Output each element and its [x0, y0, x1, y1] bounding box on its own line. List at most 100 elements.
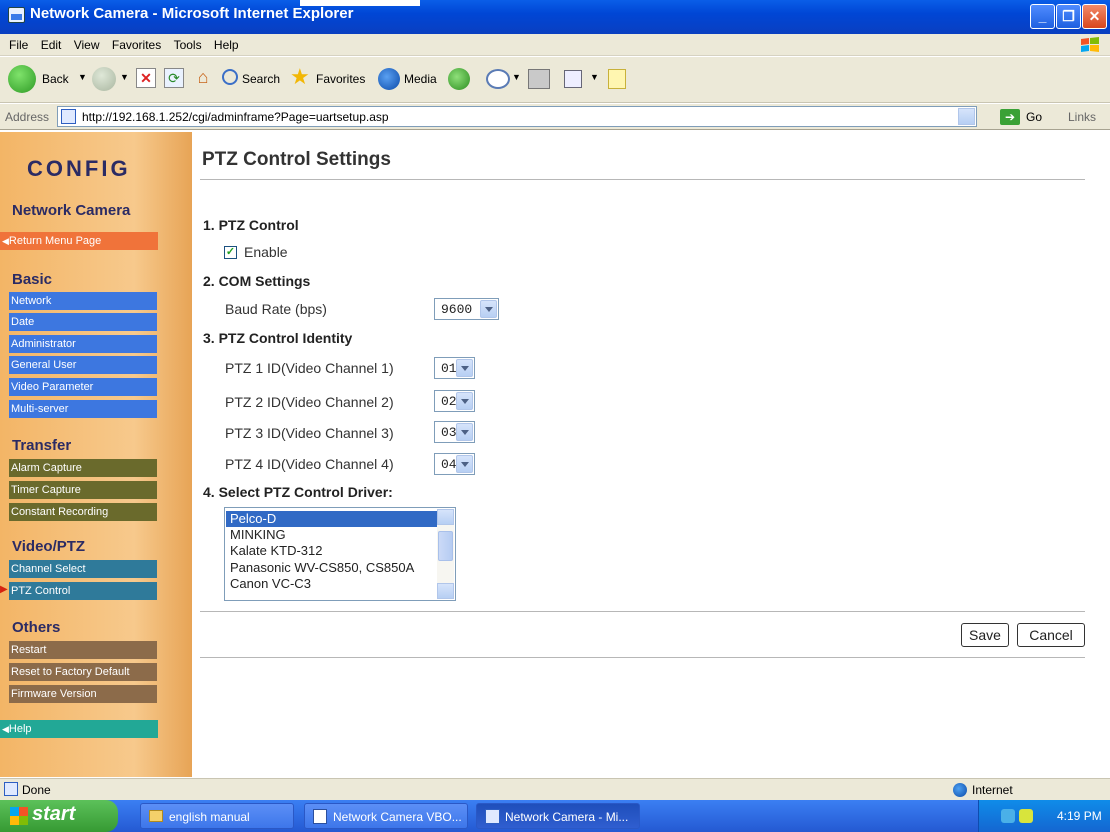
driver-option[interactable]: Kalate KTD-312	[226, 543, 437, 559]
taskbar-item-english-manual[interactable]: english manual	[140, 803, 294, 829]
cancel-button[interactable]: Cancel	[1017, 623, 1085, 647]
driver-listbox[interactable]: Pelco-D MINKING Kalate KTD-312 Panasonic…	[224, 507, 456, 601]
divider	[200, 611, 1085, 612]
address-input[interactable]: http://192.168.1.252/cgi/adminframe?Page…	[57, 106, 977, 127]
scroll-thumb[interactable]	[438, 531, 453, 561]
windows-logo-icon	[1081, 37, 1099, 52]
status-text: Done	[22, 783, 51, 797]
driver-option[interactable]: Panasonic WV-CS850, CS850A	[226, 560, 437, 576]
sidebar-item-restart[interactable]: Restart	[9, 641, 157, 659]
taskbar-item-word-doc[interactable]: Network Camera VBO...	[304, 803, 468, 829]
system-tray: 4:19 PM	[978, 800, 1110, 832]
window-title: Network Camera - Microsoft Internet Expl…	[30, 5, 354, 22]
start-button[interactable]: start	[0, 800, 118, 832]
menu-edit[interactable]: Edit	[41, 38, 62, 52]
menu-file[interactable]: File	[9, 38, 28, 52]
divider	[200, 179, 1085, 180]
media-icon[interactable]	[378, 68, 400, 90]
ptz-2-select[interactable]: 02	[434, 390, 475, 412]
links-label[interactable]: Links	[1068, 110, 1096, 124]
sidebar-item-ptz-control[interactable]: PTZ Control	[9, 582, 157, 600]
scroll-down-icon[interactable]	[437, 583, 454, 599]
taskbar-item-ie[interactable]: Network Camera - Mi...	[476, 803, 640, 829]
sidebar-item-channel-select[interactable]: Channel Select	[9, 560, 157, 578]
home-icon[interactable]: ⌂	[192, 68, 214, 88]
edit-dropdown-icon[interactable]: ▼	[590, 72, 599, 82]
page-title: PTZ Control Settings	[202, 149, 391, 170]
history-icon[interactable]	[448, 68, 470, 90]
sidebar-item-firmware-version[interactable]: Firmware Version	[9, 685, 157, 703]
ptz-1-select[interactable]: 01	[434, 357, 475, 379]
edit-icon[interactable]	[564, 70, 582, 88]
sidebar-item-administrator[interactable]: Administrator	[9, 335, 157, 353]
sidebar-subtitle: Network Camera	[12, 202, 131, 219]
maximize-button[interactable]: ❐	[1056, 4, 1081, 29]
network-icon[interactable]	[1001, 809, 1015, 823]
baud-rate-select[interactable]: 9600	[434, 298, 499, 320]
menu-tools[interactable]: Tools	[174, 38, 202, 52]
save-button[interactable]: Save	[961, 623, 1009, 647]
ptz-4-select[interactable]: 04	[434, 453, 475, 475]
transfer-heading: Transfer	[12, 437, 72, 454]
print-icon[interactable]	[528, 69, 550, 89]
divider	[200, 657, 1085, 658]
ie-page-icon	[8, 7, 25, 23]
sidebar-item-network[interactable]: Network	[9, 292, 157, 310]
sidebar-item-video-parameter[interactable]: Video Parameter	[9, 378, 157, 396]
others-heading: Others	[12, 619, 61, 636]
return-menu-page-button[interactable]: ◀Return Menu Page	[0, 232, 158, 250]
refresh-icon[interactable]: ⟳	[164, 68, 184, 88]
listbox-scrollbar[interactable]	[437, 509, 454, 599]
menu-view[interactable]: View	[74, 38, 100, 52]
go-arrow-icon[interactable]: ➔	[1000, 109, 1020, 125]
forward-arrow-icon[interactable]	[92, 67, 116, 91]
current-page-arrow-icon: ▶	[0, 584, 8, 595]
close-button[interactable]: ✕	[1082, 4, 1107, 29]
folder-icon	[149, 810, 163, 822]
driver-option[interactable]: MINKING	[226, 527, 437, 543]
favorites-button[interactable]: Favorites	[316, 72, 365, 86]
zone-text: Internet	[972, 783, 1013, 797]
back-button[interactable]: Back	[42, 72, 69, 86]
sidebar-item-general-user[interactable]: General User	[9, 356, 157, 374]
favorites-star-icon[interactable]: ★	[290, 64, 310, 90]
driver-option[interactable]: Canon VC-C3	[226, 576, 437, 592]
basic-heading: Basic	[12, 271, 53, 288]
sidebar-item-alarm-capture[interactable]: Alarm Capture	[9, 459, 157, 477]
stop-icon[interactable]: ✕	[136, 68, 156, 88]
minimize-button[interactable]: _	[1030, 4, 1055, 29]
back-dropdown-icon[interactable]: ▼	[78, 72, 87, 82]
forward-dropdown-icon[interactable]: ▼	[120, 72, 129, 82]
enable-checkbox[interactable]: ✓	[224, 246, 237, 259]
help-button[interactable]: ◀Help	[0, 720, 158, 738]
mail-icon[interactable]	[486, 69, 510, 89]
page-icon	[61, 109, 76, 124]
search-icon[interactable]	[222, 69, 238, 85]
ptz-3-label: PTZ 3 ID(Video Channel 3)	[225, 425, 394, 441]
scroll-up-icon[interactable]	[437, 509, 454, 525]
section-ptz-identity: 3. PTZ Control Identity	[203, 330, 353, 346]
menu-help[interactable]: Help	[214, 38, 239, 52]
video-ptz-heading: Video/PTZ	[12, 538, 86, 555]
section-com-settings: 2. COM Settings	[203, 273, 311, 289]
go-button[interactable]: Go	[1026, 110, 1042, 124]
media-button[interactable]: Media	[404, 72, 437, 86]
menu-favorites[interactable]: Favorites	[112, 38, 161, 52]
back-arrow-icon[interactable]	[8, 65, 36, 93]
title-bar-overlay	[300, 0, 420, 6]
sidebar-item-date[interactable]: Date	[9, 313, 157, 331]
ptz-3-select[interactable]: 03	[434, 421, 475, 443]
security-alert-icon[interactable]	[1019, 809, 1033, 823]
sidebar-item-multi-server[interactable]: Multi-server	[9, 400, 157, 418]
driver-option[interactable]: Pelco-D	[226, 511, 437, 527]
address-dropdown-icon[interactable]	[958, 108, 975, 125]
search-button[interactable]: Search	[242, 72, 280, 86]
mail-dropdown-icon[interactable]: ▼	[512, 72, 521, 82]
section-ptz-control: 1. PTZ Control	[203, 217, 299, 233]
sidebar-item-timer-capture[interactable]: Timer Capture	[9, 481, 157, 499]
sidebar-item-constant-recording[interactable]: Constant Recording	[9, 503, 157, 521]
messenger-icon[interactable]	[608, 69, 626, 89]
menu-bar: File Edit View Favorites Tools Help	[0, 34, 1110, 56]
sidebar-item-reset-factory[interactable]: Reset to Factory Default	[9, 663, 157, 681]
section-driver: 4. Select PTZ Control Driver:	[203, 484, 393, 500]
